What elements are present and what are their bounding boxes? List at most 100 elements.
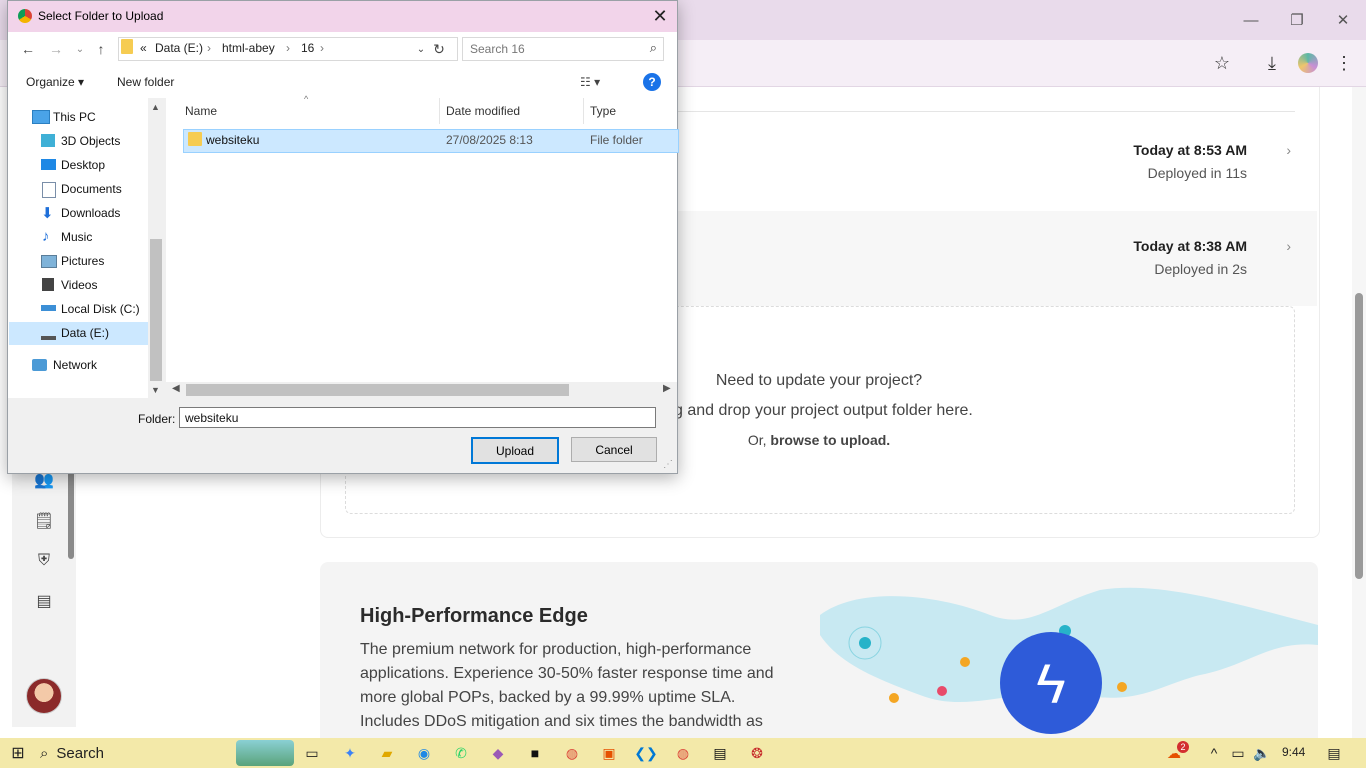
file-explorer-icon[interactable]: ▰ bbox=[375, 742, 399, 764]
terminal-icon[interactable]: ▤ bbox=[708, 742, 732, 764]
page-scroll-thumb[interactable] bbox=[1355, 293, 1363, 579]
widgets-icon[interactable] bbox=[236, 740, 294, 766]
column-separator[interactable] bbox=[583, 98, 584, 124]
file-date: 27/08/2025 8:13 bbox=[446, 133, 533, 147]
app-icon[interactable]: ❂ bbox=[745, 742, 769, 764]
horizontal-scroll-thumb[interactable] bbox=[186, 384, 569, 396]
path-separator[interactable]: › bbox=[286, 41, 290, 55]
chrome-icon bbox=[18, 9, 32, 23]
copilot-icon[interactable]: ✦ bbox=[338, 742, 362, 764]
view-options-icon[interactable]: ☷ ▾ bbox=[580, 75, 600, 89]
documents-icon bbox=[42, 182, 56, 198]
chevron-up-icon[interactable]: ^ bbox=[1202, 742, 1226, 764]
battery-icon[interactable]: ▭ bbox=[1226, 742, 1250, 764]
taskbar-search-label: Search bbox=[56, 744, 104, 762]
file-type: File folder bbox=[590, 133, 643, 147]
tree-scroll-thumb[interactable] bbox=[150, 239, 162, 381]
chrome-icon[interactable]: ◍ bbox=[560, 742, 584, 764]
profile-icon[interactable] bbox=[1294, 50, 1322, 76]
tree-item-local-disk[interactable]: Local Disk (C:) bbox=[61, 302, 140, 316]
dialog-title: Select Folder to Upload bbox=[38, 9, 164, 23]
tree-item-3d-objects[interactable]: 3D Objects bbox=[61, 134, 120, 148]
taskbar-search[interactable]: ⌕ Search bbox=[40, 741, 236, 765]
search-placeholder: Search 16 bbox=[470, 42, 525, 56]
deploy-status: Deployed in 2s bbox=[1154, 261, 1247, 277]
dialog-search-input[interactable]: Search 16 ⌕ bbox=[462, 37, 664, 61]
tree-item-this-pc[interactable]: This PC bbox=[53, 110, 96, 124]
tree-item-desktop[interactable]: Desktop bbox=[61, 158, 105, 172]
forward-arrow-icon[interactable]: → bbox=[46, 39, 66, 59]
path-overflow[interactable]: « bbox=[140, 41, 147, 55]
edge-browser-icon[interactable]: ◉ bbox=[412, 742, 436, 764]
tree-item-data-e[interactable]: Data (E:) bbox=[61, 326, 109, 340]
pc-icon bbox=[32, 110, 50, 124]
file-name: websiteku bbox=[206, 133, 260, 147]
file-dialog: Select Folder to Upload ✕ ← → ⌄ ↑ « Data… bbox=[7, 0, 679, 474]
restore-button[interactable]: ❐ bbox=[1274, 0, 1320, 40]
chrome-icon[interactable]: ◍ bbox=[671, 742, 695, 764]
tree-item-music[interactable]: Music bbox=[61, 230, 92, 244]
scroll-down-icon[interactable]: ▼ bbox=[151, 385, 160, 395]
security-shield-icon[interactable]: ⛨ bbox=[28, 548, 60, 574]
star-icon[interactable]: ☆ bbox=[1208, 50, 1236, 76]
desktop-icon bbox=[41, 159, 56, 170]
tree-item-videos[interactable]: Videos bbox=[61, 278, 97, 292]
scroll-right-icon[interactable]: ▶ bbox=[663, 383, 671, 394]
minimize-button[interactable]: — bbox=[1228, 0, 1274, 40]
app-icon[interactable]: ▣ bbox=[597, 742, 621, 764]
path-segment[interactable]: 16 bbox=[301, 41, 314, 55]
cancel-button[interactable]: Cancel bbox=[571, 437, 657, 462]
music-icon: ♪ bbox=[42, 228, 50, 245]
column-date[interactable]: Date modified bbox=[446, 104, 520, 118]
path-dropdown-icon[interactable]: ⌄ bbox=[411, 39, 431, 59]
close-window-button[interactable]: ✕ bbox=[1320, 0, 1366, 40]
folder-input[interactable]: websiteku bbox=[179, 407, 656, 428]
new-folder-button[interactable]: New folder bbox=[117, 75, 174, 89]
path-separator[interactable]: › bbox=[207, 41, 211, 55]
edge-title: High-Performance Edge bbox=[360, 605, 588, 627]
resize-grip-icon[interactable]: ⋰ bbox=[663, 459, 673, 470]
tree-item-downloads[interactable]: Downloads bbox=[61, 206, 120, 220]
app-icon[interactable]: ■ bbox=[523, 742, 547, 764]
path-separator[interactable]: › bbox=[320, 41, 324, 55]
windows-start-icon[interactable]: ⊞ bbox=[6, 742, 30, 764]
organize-menu[interactable]: Organize ▾ bbox=[26, 75, 84, 89]
back-arrow-icon[interactable]: ← bbox=[18, 39, 38, 59]
app-icon[interactable]: ◆ bbox=[486, 742, 510, 764]
tree-item-pictures[interactable]: Pictures bbox=[61, 254, 104, 268]
notifications-icon[interactable]: ▤ bbox=[1322, 742, 1346, 764]
scroll-up-icon[interactable]: ▲ bbox=[151, 102, 160, 112]
avatar[interactable] bbox=[26, 678, 62, 714]
folder-icon bbox=[188, 132, 202, 146]
logs-icon[interactable]: 🗒 bbox=[28, 508, 60, 534]
browse-upload-link[interactable]: browse to upload. bbox=[770, 432, 890, 448]
deploy-time: Today at 8:53 AM bbox=[1133, 142, 1247, 158]
dialog-close-button[interactable]: ✕ bbox=[648, 5, 672, 27]
column-name[interactable]: Name bbox=[185, 104, 217, 118]
vscode-icon[interactable]: ❮❯ bbox=[634, 742, 658, 764]
notification-badge: 2 bbox=[1177, 741, 1189, 753]
column-separator[interactable] bbox=[439, 98, 440, 124]
upload-button[interactable]: Upload bbox=[471, 437, 559, 464]
edge-description: The premium network for production, high… bbox=[360, 641, 774, 730]
volume-icon[interactable]: 🔈 bbox=[1250, 742, 1274, 764]
clock[interactable]: 9:44 bbox=[1282, 745, 1305, 759]
menu-icon[interactable]: ⋮ bbox=[1330, 50, 1358, 76]
scroll-left-icon[interactable]: ◀ bbox=[172, 383, 180, 394]
path-segment[interactable]: html-abey bbox=[222, 41, 275, 55]
pictures-icon bbox=[41, 255, 57, 268]
docs-icon[interactable]: ▤ bbox=[28, 588, 60, 614]
path-segment[interactable]: Data (E:) bbox=[155, 41, 203, 55]
recent-dropdown-icon[interactable]: ⌄ bbox=[70, 39, 90, 59]
refresh-icon[interactable]: ↻ bbox=[429, 39, 449, 59]
tree-item-documents[interactable]: Documents bbox=[61, 182, 122, 196]
whatsapp-icon[interactable]: ✆ bbox=[449, 742, 473, 764]
download-icon[interactable]: ⤓ bbox=[1258, 50, 1286, 76]
column-type[interactable]: Type bbox=[590, 104, 616, 118]
task-view-icon[interactable]: ▭ bbox=[300, 742, 324, 764]
tree-item-network[interactable]: Network bbox=[53, 358, 97, 372]
help-icon[interactable]: ? bbox=[643, 73, 661, 91]
deploy-status: Deployed in 11s bbox=[1147, 165, 1247, 181]
up-arrow-icon[interactable]: ↑ bbox=[91, 39, 111, 59]
downloads-icon: ⬇ bbox=[41, 205, 54, 222]
